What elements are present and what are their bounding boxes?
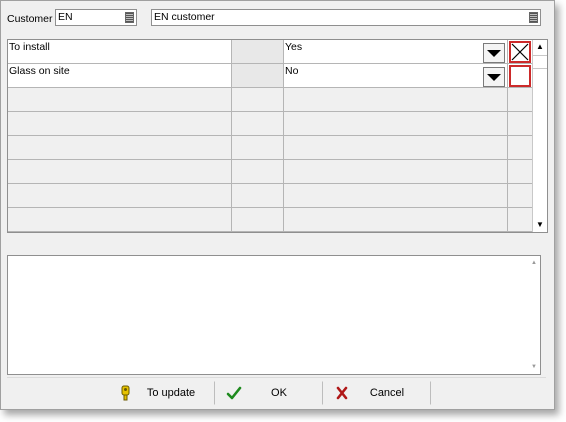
scroll-down-arrow-icon[interactable]: ▼ [533, 218, 547, 232]
empty-row [8, 184, 533, 208]
notes-scroll-down-icon[interactable]: ▼ [531, 364, 537, 370]
value-cell[interactable]: Yes [284, 40, 508, 64]
customer-code-value: EN [58, 11, 73, 23]
empty-cell [284, 184, 508, 208]
value-text: No [285, 65, 299, 77]
x-mark-icon [511, 43, 529, 61]
check-cell[interactable] [508, 64, 533, 88]
item-cell[interactable]: Glass on site [8, 64, 232, 88]
value-dropdown-button[interactable] [483, 67, 505, 87]
checkbox-unchecked[interactable] [509, 65, 531, 87]
close-x-icon [334, 385, 350, 401]
grid-vertical-scrollbar[interactable]: ▲ ▼ [532, 40, 547, 232]
empty-cell [508, 160, 533, 184]
empty-cell [508, 184, 533, 208]
customer-code-lookup-button[interactable] [125, 12, 134, 23]
notes-scroll-up-icon[interactable]: ▲ [531, 260, 537, 266]
empty-cell [232, 112, 284, 136]
customer-code-field[interactable]: EN [55, 9, 137, 26]
ok-button-label: OK [271, 387, 287, 399]
button-bar: To update OK Cancel [7, 377, 546, 408]
customer-label: Customer [7, 13, 53, 25]
value-text: Yes [285, 41, 303, 53]
ok-button[interactable]: OK [215, 381, 323, 405]
cancel-button-label: Cancel [369, 387, 405, 399]
checkbox-checked[interactable] [509, 41, 531, 63]
customer-name-lookup-button[interactable] [529, 12, 538, 23]
table-row[interactable]: To install Yes [8, 40, 533, 64]
empty-cell [232, 136, 284, 160]
checkmark-icon [226, 385, 242, 401]
empty-cell [284, 112, 508, 136]
empty-cell [232, 160, 284, 184]
extra-cell[interactable] [232, 64, 284, 88]
empty-cell [284, 160, 508, 184]
empty-row [8, 112, 533, 136]
empty-cell [232, 208, 284, 232]
options-grid: To install Yes Glass on site No ▲ ▼ [7, 39, 548, 233]
update-button-label: To update [146, 387, 196, 399]
item-cell[interactable]: To install [8, 40, 232, 64]
empty-row [8, 136, 533, 160]
order-options-dialog: Customer EN EN customer To install Yes G… [0, 0, 555, 410]
empty-cell [8, 136, 232, 160]
notes-textarea[interactable]: ▲ ▼ [7, 255, 541, 375]
key-icon [118, 385, 134, 401]
check-cell[interactable] [508, 40, 533, 64]
cancel-button[interactable]: Cancel [323, 381, 431, 405]
empty-cell [508, 112, 533, 136]
empty-cell [8, 184, 232, 208]
empty-cell [508, 88, 533, 112]
empty-row [8, 208, 533, 232]
table-row[interactable]: Glass on site No [8, 64, 533, 88]
empty-cell [8, 88, 232, 112]
empty-cell [508, 208, 533, 232]
empty-cell [8, 160, 232, 184]
update-button[interactable]: To update [107, 381, 215, 405]
empty-cell [284, 208, 508, 232]
extra-cell[interactable] [232, 40, 284, 64]
customer-name-value: EN customer [154, 11, 215, 23]
empty-cell [284, 88, 508, 112]
empty-cell [284, 136, 508, 160]
customer-name-field[interactable]: EN customer [151, 9, 541, 26]
empty-cell [8, 208, 232, 232]
empty-row [8, 160, 533, 184]
scroll-thumb[interactable] [533, 55, 547, 69]
empty-cell [508, 136, 533, 160]
empty-cell [232, 184, 284, 208]
empty-cell [8, 112, 232, 136]
scroll-up-arrow-icon[interactable]: ▲ [533, 40, 547, 54]
empty-row [8, 88, 533, 112]
empty-cell [232, 88, 284, 112]
value-dropdown-button[interactable] [483, 43, 505, 63]
value-cell[interactable]: No [284, 64, 508, 88]
